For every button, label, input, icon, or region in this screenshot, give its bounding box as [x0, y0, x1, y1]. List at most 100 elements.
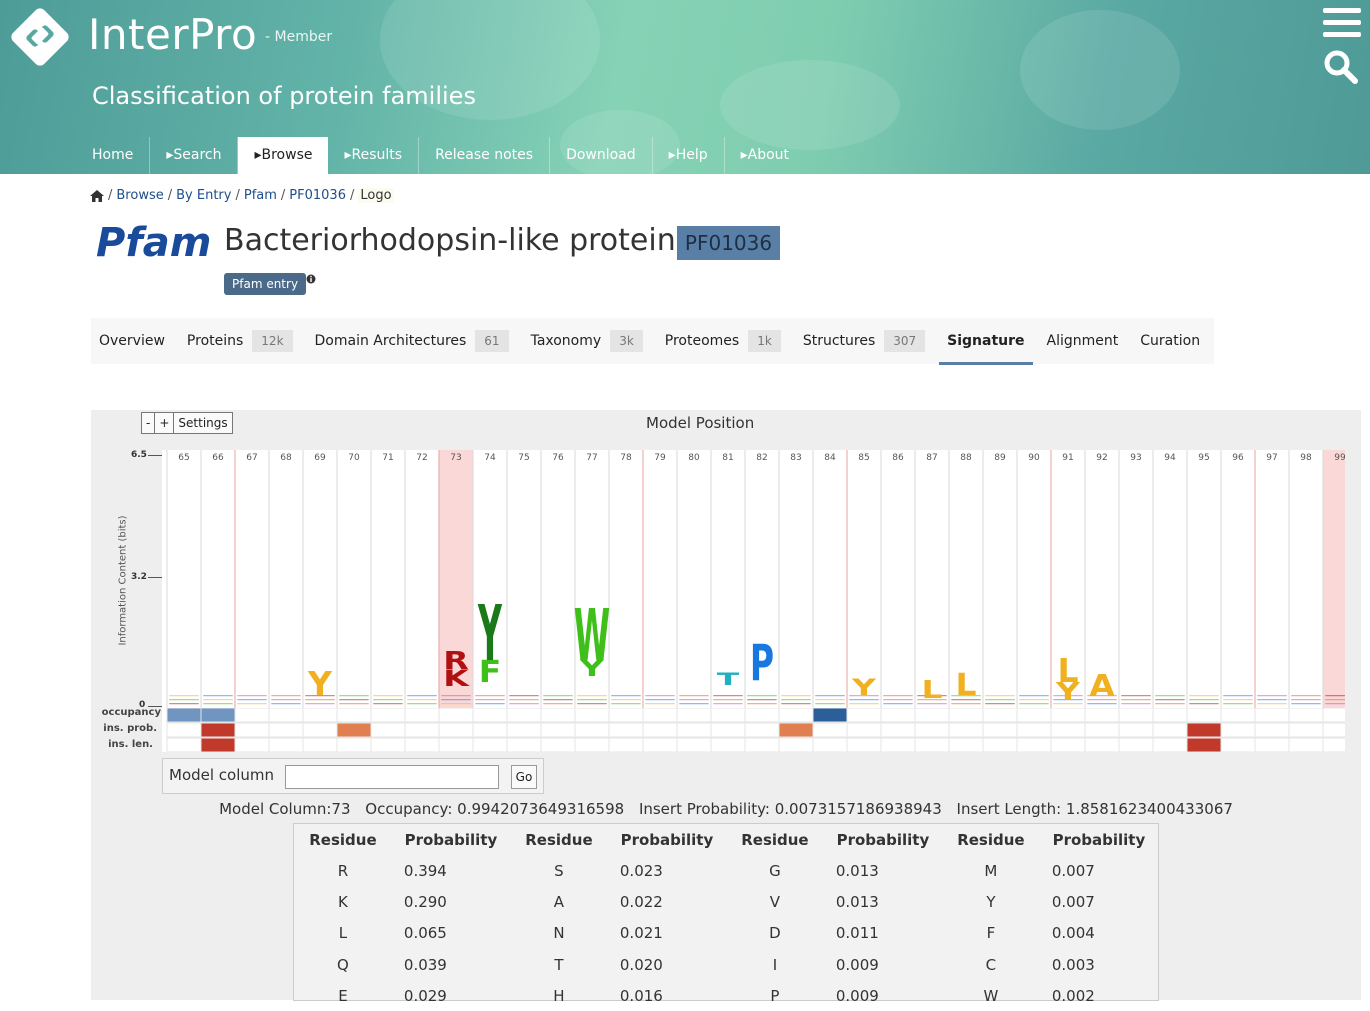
logo-glyph: — — [1256, 693, 1289, 698]
tab-proteomes[interactable]: Proteomes 1k — [657, 318, 789, 364]
data-row-cell — [574, 708, 610, 723]
logo-glyph: — — [1120, 693, 1153, 698]
probability-cell: 0.009 — [835, 955, 879, 974]
nav-search[interactable]: ▸Search — [150, 137, 239, 174]
data-row-cell — [1186, 708, 1222, 723]
column-number: 65 — [178, 453, 189, 463]
column-number: 79 — [654, 453, 666, 463]
data-row-cell — [710, 737, 746, 752]
home-icon[interactable] — [90, 189, 104, 202]
nav-about[interactable]: ▸About — [725, 137, 805, 174]
data-row-cell — [200, 708, 236, 723]
data-row-cell — [574, 737, 610, 752]
logo-glyph: — — [474, 693, 507, 698]
data-row-cell — [744, 737, 780, 752]
data-row-cell — [404, 708, 440, 723]
data-row-cell — [540, 737, 576, 752]
data-row-cell — [1050, 737, 1086, 752]
residue-cell: W — [983, 986, 999, 1005]
tab-taxonomy[interactable]: Taxonomy 3k — [523, 318, 651, 364]
model-column-input[interactable] — [285, 765, 499, 789]
svg-text:Pfam: Pfam — [96, 220, 211, 262]
logo-glyph: Y — [477, 589, 502, 679]
residue-probability-table: Residue Probability Residue Probability … — [293, 823, 1159, 1005]
data-row-cell — [676, 708, 712, 723]
hamburger-icon[interactable] — [1323, 8, 1361, 38]
logo-glyph: — — [372, 693, 405, 698]
main-nav: Home ▸Search ▸Browse ▸Results Release no… — [76, 137, 805, 174]
column-header: Probability — [1052, 830, 1146, 849]
data-row-cell — [1084, 722, 1120, 738]
breadcrumb-browse[interactable]: Browse — [116, 188, 163, 203]
data-row-cell — [812, 722, 848, 738]
logo-glyph: — — [1290, 693, 1323, 698]
data-row-cell — [268, 708, 304, 723]
logo-glyph: — — [610, 693, 643, 698]
logo-glyph: — — [508, 693, 541, 698]
residue-cell: N — [553, 924, 565, 943]
count-badge: 3k — [610, 330, 643, 352]
data-row-cell — [948, 722, 984, 738]
brand-name[interactable]: InterPro — [88, 10, 257, 59]
tab-signature[interactable]: Signature — [939, 318, 1033, 365]
table-header-row: Residue Probability Residue Probability … — [294, 824, 1158, 855]
probability-cell: 0.021 — [619, 924, 663, 943]
breadcrumb-by-entry[interactable]: By Entry — [176, 188, 231, 203]
column-number: 67 — [246, 453, 257, 463]
data-row-cell — [1322, 722, 1345, 738]
nav-release-notes[interactable]: Release notes — [419, 137, 551, 174]
data-row-cell — [948, 708, 984, 723]
data-row-cell — [200, 737, 236, 752]
tab-domain-architectures[interactable]: Domain Architectures 61 — [307, 318, 517, 364]
nav-help[interactable]: ▸Help — [653, 137, 725, 174]
zoom-out-button[interactable]: - — [141, 412, 156, 434]
data-row-cell — [1152, 737, 1188, 752]
tab-proteins[interactable]: Proteins 12k — [179, 318, 301, 364]
info-icon[interactable] — [306, 274, 316, 284]
nav-results[interactable]: ▸Results — [328, 137, 420, 174]
data-row-cell — [1254, 722, 1290, 738]
nav-home[interactable]: Home — [76, 137, 151, 174]
column-number: 98 — [1300, 453, 1312, 463]
tab-alignment[interactable]: Alignment — [1039, 318, 1127, 364]
logo-glyph: L — [921, 675, 942, 704]
sequence-logo[interactable]: 65 66 67 68 69 70 71 72 73 74 75 76 77 78 79 80 81 82 83 84… — [162, 450, 1345, 708]
probability-cell: 0.290 — [403, 892, 447, 911]
search-icon[interactable] — [1322, 48, 1358, 84]
residue-cell: A — [553, 892, 565, 911]
summary-insert-length: Insert Length: 1.8581623400433067 — [956, 800, 1233, 818]
logo-glyph: — — [712, 693, 745, 698]
logo-column — [235, 450, 269, 708]
logo-column — [779, 450, 813, 708]
interpro-logo-icon[interactable] — [10, 7, 70, 67]
logo-column — [1119, 450, 1153, 708]
breadcrumb-pfam[interactable]: Pfam — [244, 188, 277, 203]
data-row-cell — [574, 722, 610, 738]
breadcrumb-accession[interactable]: PF01036 — [289, 188, 346, 203]
data-row-cell — [982, 722, 1018, 738]
tab-curation[interactable]: Curation — [1132, 318, 1208, 364]
nav-download[interactable]: Download — [550, 137, 653, 174]
column-number: 69 — [314, 453, 326, 463]
logo-column — [677, 450, 711, 708]
tab-structures[interactable]: Structures 307 — [795, 318, 933, 364]
residue-cell: I — [772, 955, 778, 974]
zoom-in-button[interactable]: + — [154, 412, 175, 434]
site-tagline: Classification of protein families — [92, 82, 476, 110]
data-row-cell — [1084, 737, 1120, 752]
column-number: 91 — [1062, 453, 1073, 463]
site-header: InterPro - Member Classification of prot… — [0, 0, 1370, 174]
nav-browse[interactable]: ▸Browse — [238, 137, 329, 174]
column-number: 75 — [518, 453, 529, 463]
data-row-cell — [1220, 708, 1256, 723]
column-number: 71 — [382, 453, 393, 463]
data-row-cell — [1288, 722, 1324, 738]
probability-cell: 0.013 — [835, 861, 879, 880]
logo-glyph: Y — [1055, 677, 1081, 706]
tab-overview[interactable]: Overview — [91, 318, 173, 364]
column-number: 94 — [1164, 453, 1176, 463]
settings-button[interactable]: Settings — [173, 412, 233, 434]
data-row-cell — [1016, 708, 1052, 723]
go-button[interactable]: Go — [511, 765, 537, 789]
probability-cell: 0.065 — [403, 924, 447, 943]
